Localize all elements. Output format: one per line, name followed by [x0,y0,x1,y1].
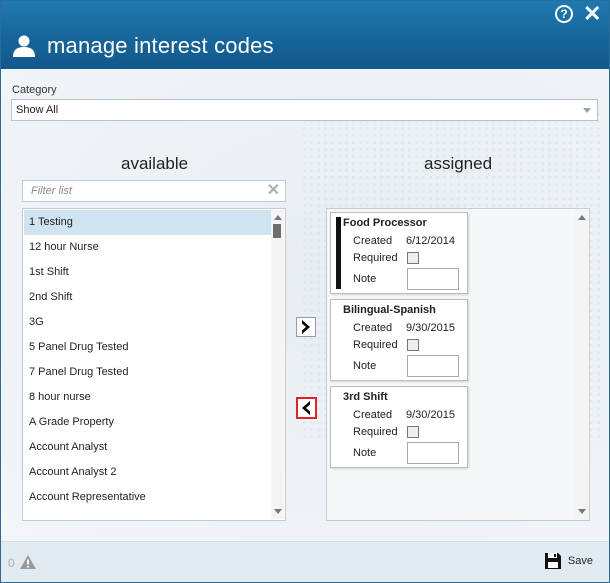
assigned-card[interactable]: 3rd Shift Created 9/30/2015 Required Not… [330,386,468,468]
help-icon[interactable]: ? [555,5,573,23]
category-label: Category [12,84,57,96]
created-date: 9/30/2015 [406,322,455,334]
list-item[interactable]: Account Analyst 2 [24,460,272,485]
assigned-scrollbar[interactable] [575,210,588,519]
filter-input[interactable] [31,184,261,198]
available-list[interactable]: 1 Testing 12 hour Nurse 1st Shift 2nd Sh… [22,208,286,521]
card-name: Food Processor [343,217,427,229]
note-label: Note [353,447,377,459]
created-label: Created [353,409,393,421]
assigned-list[interactable]: Food Processor Created 6/12/2014 Require… [326,208,590,521]
save-button[interactable]: Save [544,552,593,570]
required-label: Required [353,426,398,438]
required-label: Required [353,339,398,351]
list-item[interactable]: 7 Panel Drug Tested [24,360,272,385]
clear-filter-icon[interactable]: ✕ [267,183,280,199]
note-label: Note [353,360,377,372]
note-input[interactable] [407,355,459,377]
manage-interest-codes-dialog: ? ✕ manage interest codes Category Show … [0,0,610,583]
warning-count: 0 [8,556,15,570]
scroll-up-icon[interactable] [578,215,586,220]
created-date: 9/30/2015 [406,409,455,421]
list-item[interactable]: 8 hour nurse [24,385,272,410]
available-heading: available [121,154,189,173]
scroll-down-icon[interactable] [578,509,586,514]
created-label: Created [353,322,393,334]
selected-indicator [336,217,341,289]
list-item[interactable]: 1 Testing [24,210,272,235]
list-item[interactable]: 12 hour Nurse [24,235,272,260]
card-name: Bilingual-Spanish [343,304,436,316]
available-scrollbar[interactable] [271,210,284,519]
list-item[interactable]: 2nd Shift [24,285,272,310]
add-to-assigned-button[interactable] [296,317,316,337]
floppy-disk-icon [544,553,561,569]
warning-icon[interactable] [19,554,37,570]
dialog-header: ? ✕ manage interest codes [1,1,609,69]
list-item[interactable]: A Grade Property [24,410,272,435]
list-item[interactable]: 1st Shift [24,260,272,285]
list-item[interactable]: Account Representative [24,485,272,510]
list-item[interactable]: 3G [24,310,272,335]
remove-from-assigned-button[interactable] [296,397,317,419]
required-label: Required [353,252,398,264]
card-name: 3rd Shift [343,391,388,403]
assigned-card[interactable]: Food Processor Created 6/12/2014 Require… [330,212,468,294]
dialog-footer: 0 Save [1,541,609,582]
save-label: Save [567,555,593,567]
chevron-left-icon [302,401,310,415]
created-date: 6/12/2014 [406,235,455,247]
required-checkbox[interactable] [407,426,419,438]
note-input[interactable] [407,268,459,290]
note-label: Note [353,273,377,285]
user-icon [13,35,35,57]
chevron-right-icon [302,320,310,334]
list-item[interactable]: 5 Panel Drug Tested [24,335,272,360]
scroll-down-icon[interactable] [274,509,282,514]
close-icon[interactable]: ✕ [583,3,601,25]
required-checkbox[interactable] [407,252,419,264]
category-value: Show All [16,104,59,116]
note-input[interactable] [407,442,459,464]
page-title: manage interest codes [47,33,274,58]
assigned-heading: assigned [424,154,493,173]
chevron-down-icon [583,108,591,113]
scrollbar-thumb[interactable] [273,224,281,238]
assigned-card[interactable]: Bilingual-Spanish Created 9/30/2015 Requ… [330,299,468,381]
scroll-up-icon[interactable] [274,215,282,220]
required-checkbox[interactable] [407,339,419,351]
created-label: Created [353,235,393,247]
category-select[interactable]: Show All [11,99,598,121]
filter-field[interactable]: ✕ [22,180,286,202]
list-item[interactable]: Account Analyst [24,435,272,460]
